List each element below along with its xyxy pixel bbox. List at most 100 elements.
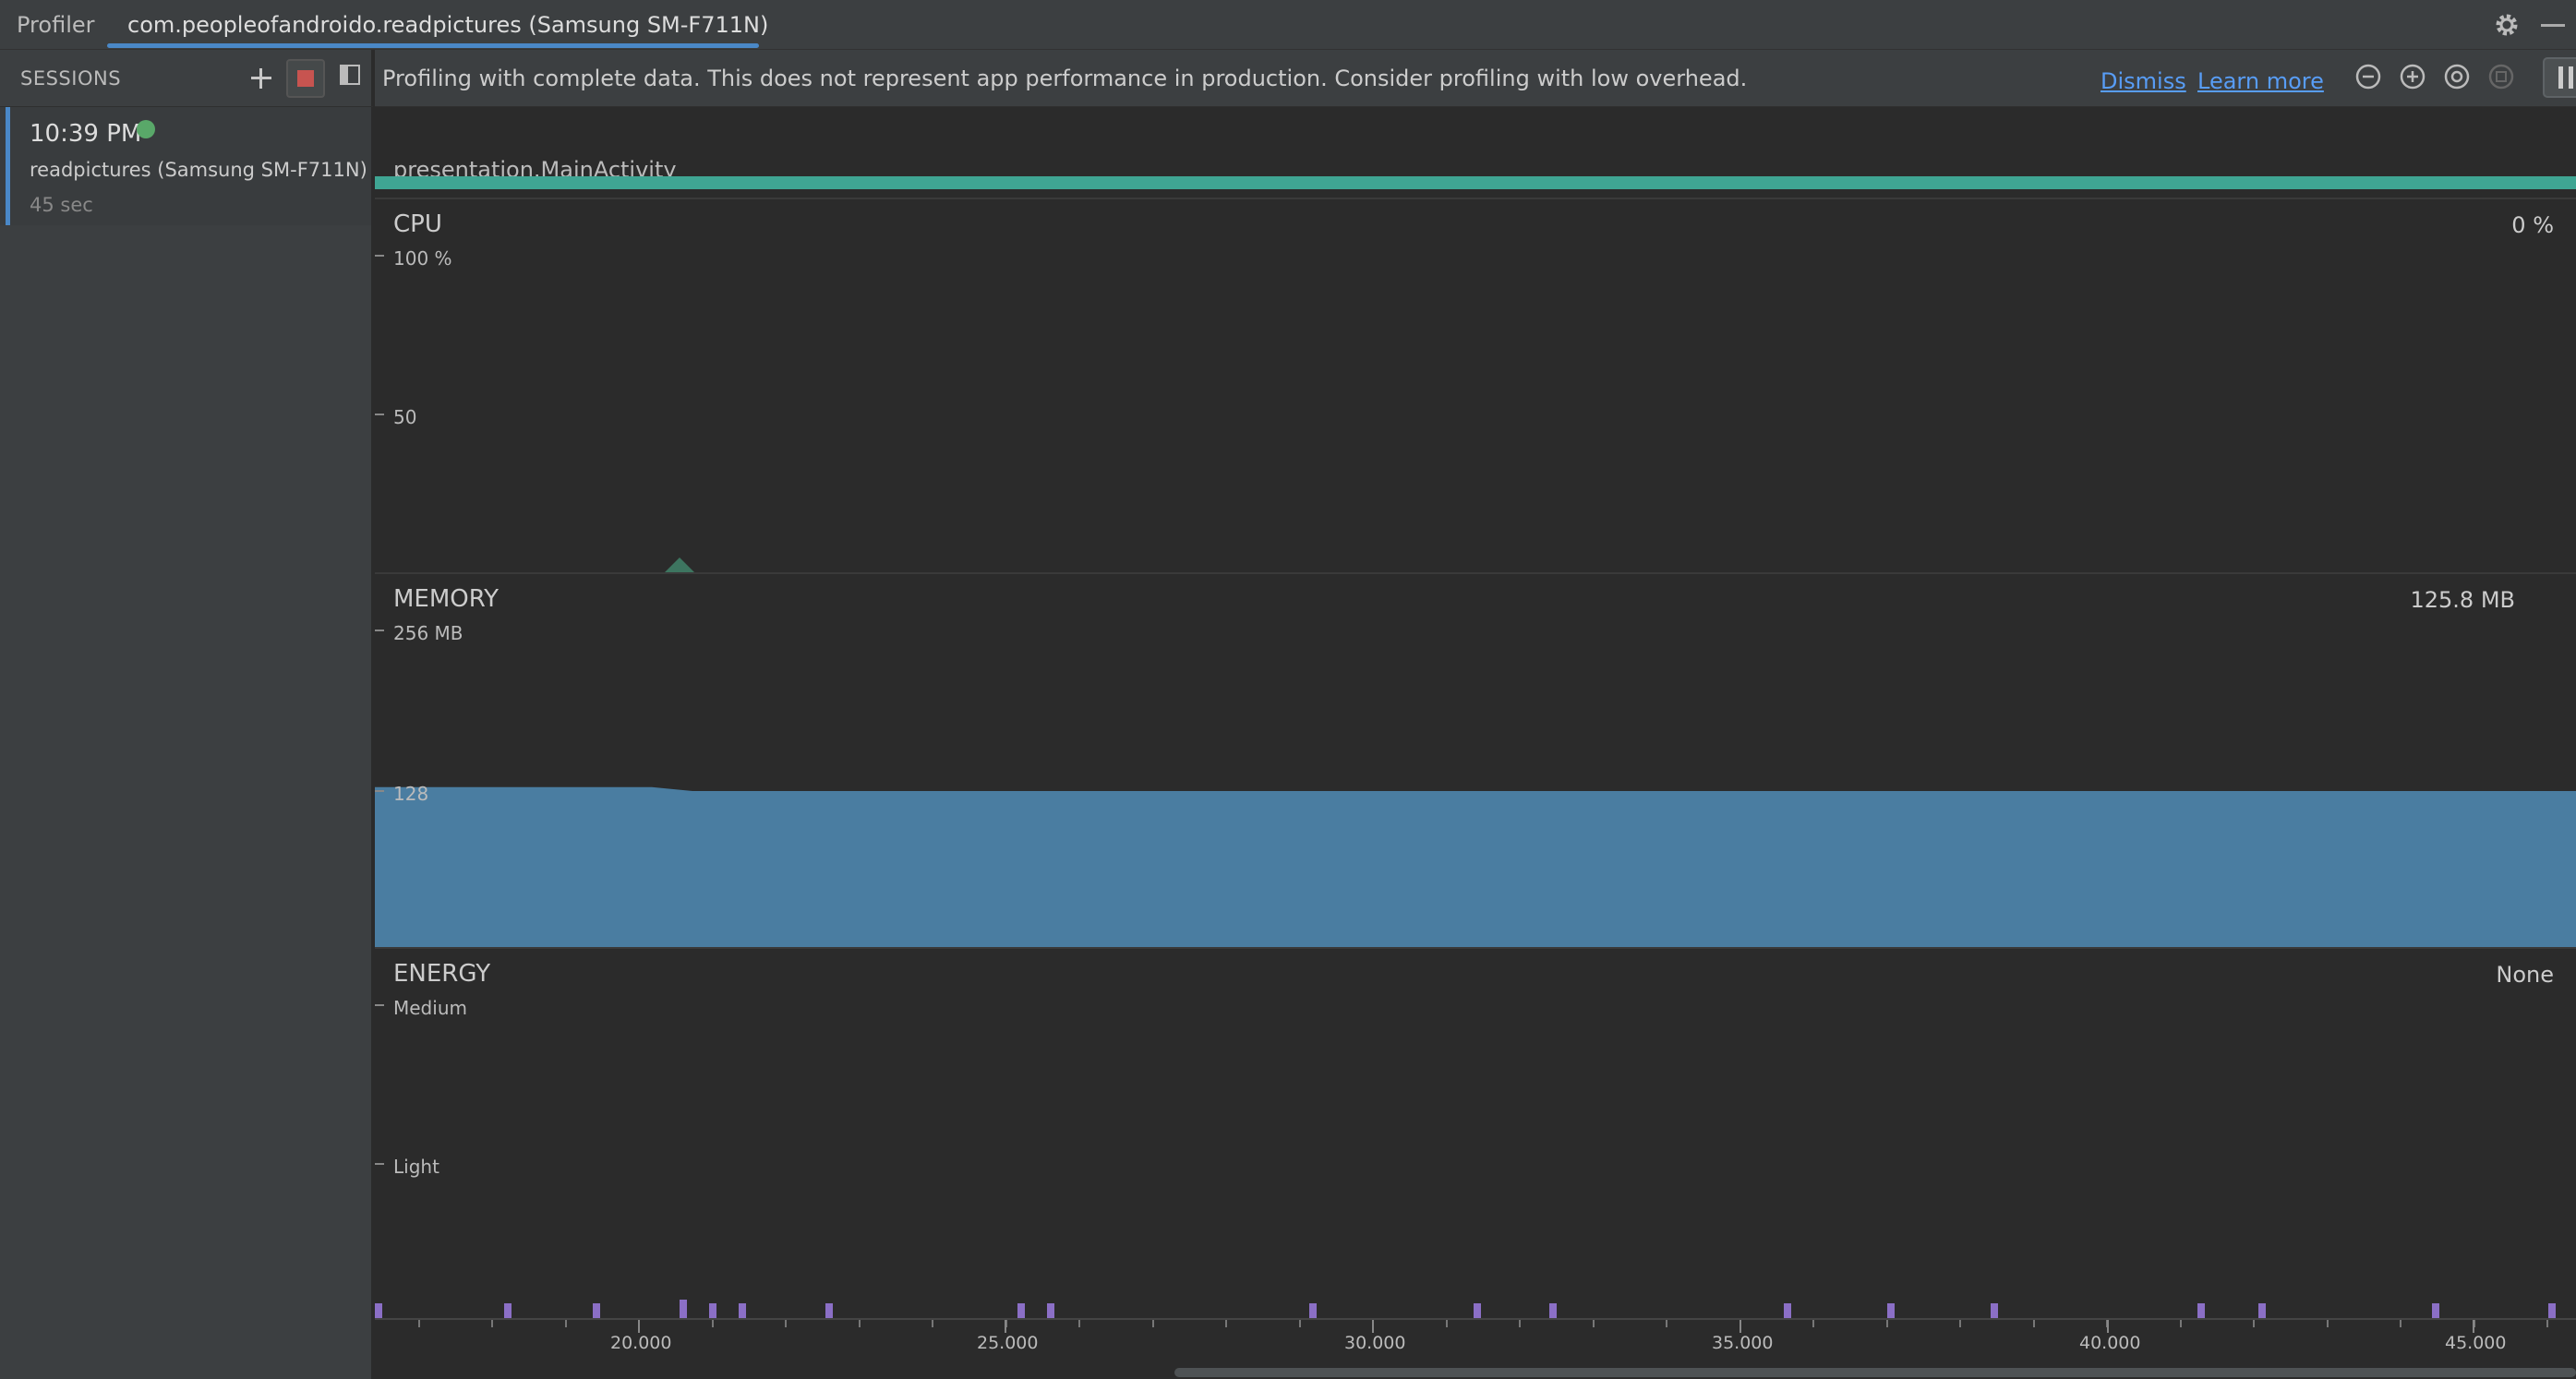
time-tick-minor [2253,1320,2255,1327]
energy-event-marker[interactable] [2258,1303,2266,1318]
energy-event-marker[interactable] [2432,1303,2439,1318]
time-tick-minor [712,1320,714,1327]
profiler-title: Profiler [17,12,95,38]
energy-event-marker[interactable] [1047,1303,1054,1318]
stop-icon [297,70,314,87]
energy-axis-max: Medium [393,997,467,1019]
time-tick-minor [1299,1320,1301,1327]
time-tick-minor [1593,1320,1595,1327]
session-item[interactable]: 10:39 PM readpictures (Samsung SM-F711N)… [0,107,371,225]
energy-value: None [2496,962,2554,988]
top-tab-bar: Profiler com.peopleofandroido.readpictur… [0,0,2576,50]
time-tick-major [1739,1320,1741,1333]
time-tick-minor [1959,1320,1961,1327]
time-tick-minor [1225,1320,1227,1327]
time-axis-label: 20.000 [610,1333,672,1353]
time-tick-minor [1519,1320,1521,1327]
energy-event-marker[interactable] [1474,1303,1481,1318]
energy-event-marker[interactable] [739,1303,746,1318]
profiling-mode-banner: Profiling with complete data. This does … [375,50,2332,107]
energy-event-marker[interactable] [709,1303,716,1318]
minimize-icon[interactable] [2541,24,2565,27]
jump-to-live-icon[interactable] [2487,63,2515,90]
reset-zoom-icon[interactable] [2443,63,2471,90]
sessions-header: SESSIONS [0,50,373,107]
time-tick-minor [2033,1320,2035,1327]
timeline-toolbar [2332,50,2576,107]
sessions-sidebar: SESSIONS 10:39 PM readpictures (Samsung … [0,50,373,1379]
axis-tick [375,790,384,792]
session-selected-indicator [6,107,10,225]
time-tick-minor [565,1320,567,1327]
time-tick-minor [418,1320,420,1327]
time-tick-minor [1152,1320,1154,1327]
energy-event-marker[interactable] [504,1303,512,1318]
memory-axis-mid: 128 [393,783,429,805]
collapse-panel-icon[interactable] [340,65,360,85]
time-tick-minor [491,1320,493,1327]
memory-axis-max: 256 MB [393,622,463,644]
banner-message: Profiling with complete data. This does … [382,66,1748,91]
zoom-out-icon[interactable] [2354,63,2382,90]
dismiss-link[interactable]: Dismiss [2101,68,2186,94]
time-tick-minor [785,1320,787,1327]
sessions-label: SESSIONS [20,67,122,90]
energy-event-marker[interactable] [593,1303,600,1318]
time-tick-minor [932,1320,933,1327]
timeline-panel: presentation.MainActivity CPU 0 % 100 % … [375,107,2576,1379]
energy-event-marker[interactable] [375,1303,382,1318]
time-axis-label: 45.000 [2445,1333,2507,1353]
energy-event-marker[interactable] [2548,1303,2556,1318]
memory-title: MEMORY [393,585,500,613]
time-tick-minor [1446,1320,1448,1327]
axis-tick [375,1004,384,1006]
zoom-in-icon[interactable] [2399,63,2426,90]
time-tick-minor [2327,1320,2329,1327]
divider [375,947,2576,949]
time-tick-major [1372,1320,1374,1333]
energy-event-marker[interactable] [2197,1303,2205,1318]
energy-event-marker[interactable] [1887,1303,1895,1318]
learn-more-link[interactable]: Learn more [2197,68,2324,94]
time-tick-minor [1812,1320,1814,1327]
energy-event-marker[interactable] [1549,1303,1557,1318]
scrollbar-thumb[interactable] [1174,1368,2576,1377]
session-duration: 45 sec [30,194,93,216]
energy-event-marker[interactable] [680,1300,687,1318]
session-tab-label: com.peopleofandroido.readpictures (Samsu… [127,12,769,38]
time-tick-minor [859,1320,861,1327]
time-axis-label: 35.000 [1712,1333,1774,1353]
stop-session-button[interactable] [286,59,325,98]
time-tick-minor [2400,1320,2401,1327]
add-session-button[interactable] [246,63,277,94]
time-tick-major [2473,1320,2474,1333]
memory-value: 125.8 MB [2410,587,2515,613]
pause-button[interactable] [2543,57,2576,98]
energy-event-marker[interactable] [825,1303,833,1318]
time-axis-label: 30.000 [1344,1333,1406,1353]
axis-tick [375,1163,384,1165]
time-tick-minor [2546,1320,2548,1327]
gear-icon[interactable] [2493,11,2521,39]
time-tick-minor [1078,1320,1080,1327]
energy-event-marker[interactable] [1784,1303,1791,1318]
energy-title: ENERGY [393,960,491,988]
time-tick-major [1005,1320,1006,1333]
memory-chart [375,786,2576,947]
session-tab-underline [107,43,759,48]
energy-event-marker[interactable] [1991,1303,1998,1318]
time-tick-major [638,1320,640,1333]
time-tick-major [2107,1320,2109,1333]
session-name: readpictures (Samsung SM-F711N) [30,159,367,181]
time-axis-label: 40.000 [2079,1333,2141,1353]
time-tick-minor [1886,1320,1888,1327]
session-time: 10:39 PM [30,120,142,148]
energy-axis-mid: Light [393,1156,439,1178]
time-tick-minor [2180,1320,2182,1327]
energy-event-marker[interactable] [1309,1303,1317,1318]
energy-event-marker[interactable] [1017,1303,1025,1318]
time-axis-label: 25.000 [977,1333,1039,1353]
session-tab[interactable]: com.peopleofandroido.readpictures (Samsu… [107,0,768,50]
memory-usage-area [375,786,2576,947]
timeline-scrollbar[interactable] [375,1364,2576,1379]
